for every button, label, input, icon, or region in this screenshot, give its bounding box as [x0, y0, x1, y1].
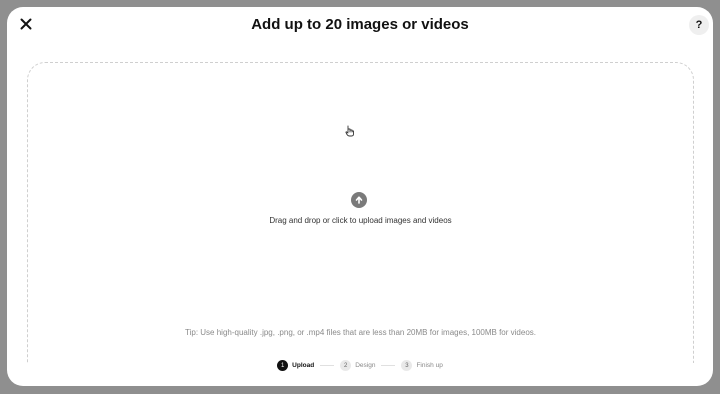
step-design[interactable]: 2 Design: [340, 360, 375, 371]
step-label: Finish up: [416, 362, 443, 369]
step-connector: [320, 365, 335, 366]
step-label: Design: [355, 362, 376, 369]
modal-title: Add up to 20 images or videos: [251, 16, 469, 33]
help-button[interactable]: ?: [689, 15, 709, 35]
help-label: ?: [695, 19, 703, 31]
step-number: 3: [401, 360, 413, 371]
step-connector: [381, 365, 396, 366]
upload-modal: Add up to 20 images or videos ? Drag and…: [7, 7, 713, 386]
upload-arrow-icon: [351, 192, 367, 208]
progress-stepper: 1 Upload 2 Design 3 Finish up: [7, 360, 713, 371]
upload-tip: Tip: Use high-quality .jpg, .png, or .mp…: [185, 328, 536, 337]
step-number: 2: [340, 360, 352, 371]
step-finish-up[interactable]: 3 Finish up: [401, 360, 443, 371]
step-upload[interactable]: 1 Upload: [277, 360, 314, 371]
hand-cursor-icon: [345, 124, 355, 142]
step-number: 1: [277, 360, 289, 371]
step-label: Upload: [292, 362, 315, 369]
upload-dropzone[interactable]: Drag and drop or click to upload images …: [27, 62, 694, 363]
dropzone-instruction: Drag and drop or click to upload images …: [269, 216, 452, 225]
